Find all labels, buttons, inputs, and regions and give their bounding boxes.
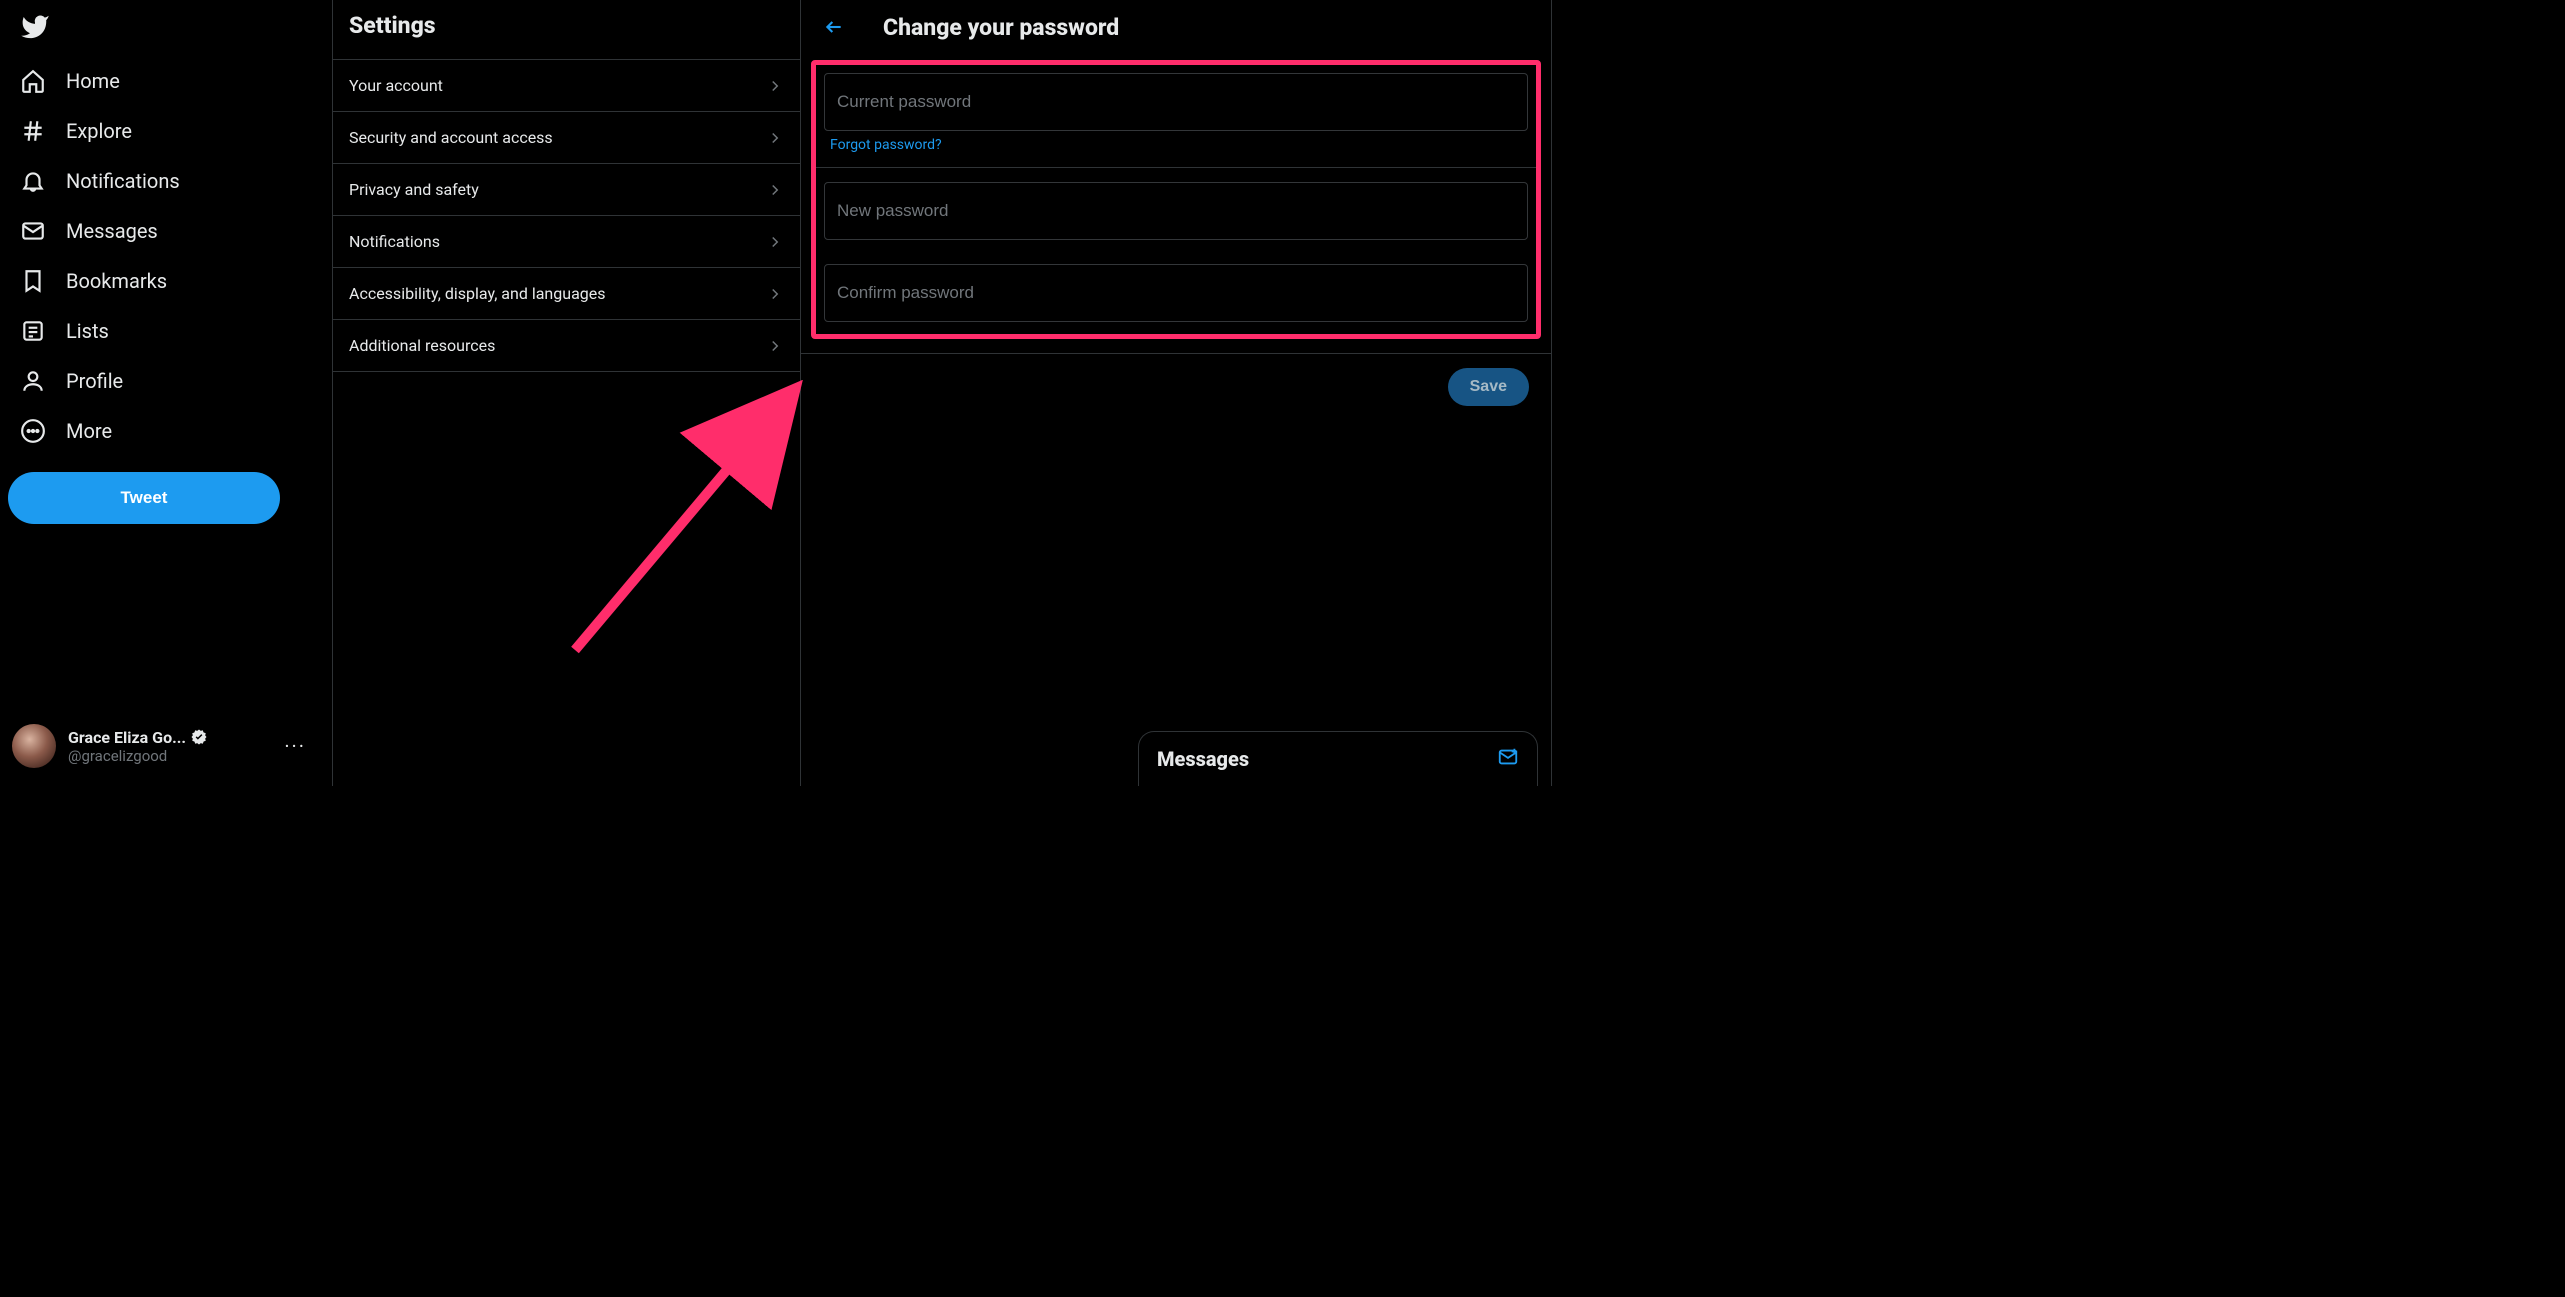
settings-item-label: Security and account access	[349, 128, 553, 147]
chevron-right-icon	[766, 77, 784, 95]
settings-item-account[interactable]: Your account	[333, 59, 800, 112]
nav-messages[interactable]: Messages	[8, 206, 170, 256]
nav-label: Bookmarks	[66, 269, 167, 293]
current-password-input[interactable]	[824, 73, 1528, 131]
nav-label: Home	[66, 69, 120, 93]
verified-badge-icon	[190, 728, 208, 746]
account-handle: @gracelizgood	[68, 747, 208, 765]
chevron-right-icon	[766, 181, 784, 199]
nav-label: Notifications	[66, 169, 180, 193]
settings-item-privacy[interactable]: Privacy and safety	[333, 164, 800, 216]
account-more-icon[interactable]: ···	[278, 734, 312, 758]
divider	[816, 167, 1536, 168]
chevron-right-icon	[766, 233, 784, 251]
settings-item-security[interactable]: Security and account access	[333, 112, 800, 164]
back-button[interactable]	[817, 10, 851, 44]
nav-bookmarks[interactable]: Bookmarks	[8, 256, 179, 306]
primary-nav: Home Explore Notifications Messages Book…	[0, 0, 333, 786]
settings-list: Settings Your account Security and accou…	[333, 0, 801, 786]
chevron-right-icon	[766, 129, 784, 147]
confirm-password-input[interactable]	[824, 264, 1528, 322]
detail-title: Change your password	[883, 14, 1119, 41]
settings-item-label: Your account	[349, 76, 443, 95]
new-message-icon[interactable]	[1497, 746, 1519, 772]
settings-title: Settings	[333, 0, 800, 59]
twitter-logo[interactable]	[8, 4, 324, 56]
nav-profile[interactable]: Profile	[8, 356, 135, 406]
nav-label: Profile	[66, 369, 123, 393]
home-icon	[20, 68, 46, 94]
nav-label: More	[66, 419, 112, 443]
nav-label: Explore	[66, 119, 132, 143]
detail-panel: Change your password Forgot password? Sa…	[801, 0, 1552, 786]
account-name: Grace Eliza Go...	[68, 728, 186, 747]
settings-item-resources[interactable]: Additional resources	[333, 320, 800, 372]
messages-dock[interactable]: Messages	[1138, 731, 1538, 786]
envelope-icon	[20, 218, 46, 244]
chevron-right-icon	[766, 337, 784, 355]
messages-dock-title: Messages	[1157, 747, 1249, 771]
nav-notifications[interactable]: Notifications	[8, 156, 192, 206]
nav-more[interactable]: More	[8, 406, 124, 456]
forgot-password-link[interactable]: Forgot password?	[824, 131, 944, 155]
nav-lists[interactable]: Lists	[8, 306, 121, 356]
account-switcher[interactable]: Grace Eliza Go... @gracelizgood ···	[8, 716, 324, 782]
twitter-bird-icon	[20, 12, 50, 42]
person-icon	[20, 368, 46, 394]
bell-icon	[20, 168, 46, 194]
settings-item-label: Additional resources	[349, 336, 495, 355]
settings-item-label: Notifications	[349, 232, 440, 251]
hashtag-icon	[20, 118, 46, 144]
list-icon	[20, 318, 46, 344]
new-password-input[interactable]	[824, 182, 1528, 240]
settings-item-notifications[interactable]: Notifications	[333, 216, 800, 268]
bookmark-icon	[20, 268, 46, 294]
chevron-right-icon	[766, 285, 784, 303]
save-button[interactable]: Save	[1448, 368, 1529, 406]
settings-item-accessibility[interactable]: Accessibility, display, and languages	[333, 268, 800, 320]
settings-item-label: Accessibility, display, and languages	[349, 284, 606, 303]
tweet-button[interactable]: Tweet	[8, 472, 280, 524]
more-circle-icon	[20, 418, 46, 444]
arrow-left-icon	[824, 17, 844, 37]
nav-label: Messages	[66, 219, 158, 243]
settings-item-label: Privacy and safety	[349, 180, 479, 199]
nav-home[interactable]: Home	[8, 56, 132, 106]
avatar	[12, 724, 56, 768]
nav-explore[interactable]: Explore	[8, 106, 144, 156]
nav-label: Lists	[66, 319, 109, 343]
annotation-highlight: Forgot password?	[811, 60, 1541, 339]
